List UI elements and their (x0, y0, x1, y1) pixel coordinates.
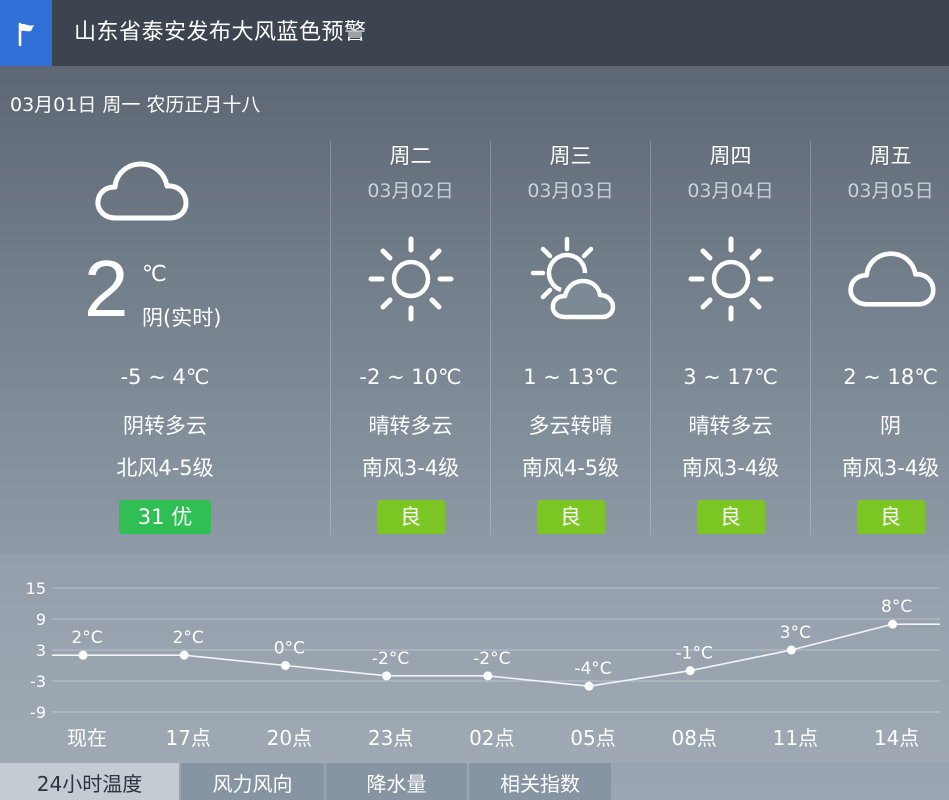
forecast-date: 03月03日 (527, 180, 614, 202)
forecast-weather: 晴转多云 (368, 414, 453, 438)
sun-icon (687, 235, 775, 327)
tab-wind[interactable]: 风力风向 (181, 763, 326, 800)
alert-title[interactable]: 山东省泰安发布大风蓝色预警 (74, 0, 367, 66)
forecast-weather: 晴转多云 (688, 414, 773, 438)
tab-indices[interactable]: 相关指数 (469, 763, 613, 800)
x-tick-label: 17点 (165, 726, 210, 750)
y-tick-label: -3 (30, 672, 46, 691)
x-tick-label: 08点 (671, 726, 716, 750)
data-point[interactable] (483, 671, 493, 681)
data-point[interactable] (584, 681, 594, 691)
data-point[interactable] (280, 661, 290, 670)
data-label: 3°C (780, 623, 811, 643)
aqi-badge[interactable]: 良 (376, 500, 445, 534)
data-label: -1°C (676, 644, 713, 664)
forecast-wind: 南风4-5级 (521, 456, 620, 480)
today-wind: 北风4-5级 (116, 456, 214, 480)
forecast-date: 03月02日 (367, 180, 454, 202)
data-label: 2°C (173, 628, 204, 648)
data-label: 0°C (274, 639, 305, 659)
aqi-badge[interactable]: 良 (696, 500, 765, 534)
forecast-wind: 南风3-4级 (841, 456, 940, 480)
forecast-weather: 阴 (880, 414, 901, 438)
forecast-temp-range: -2 ~ 10℃ (359, 365, 462, 389)
forecast-weather: 多云转晴 (528, 414, 613, 438)
partly-cloudy-icon (527, 235, 619, 329)
forecast-wind: 南风3-4级 (681, 456, 780, 480)
aqi-badge[interactable]: 良 (856, 500, 925, 534)
forecast-temp-range: 2 ~ 18℃ (843, 365, 938, 389)
forecast-day[interactable]: 周三 03月03日 1 ~ 13℃ 多云转晴 南风4-5级 良 (490, 140, 650, 535)
today-temp-range: -5 ~ 4℃ (120, 365, 210, 389)
data-point[interactable] (78, 650, 88, 660)
x-tick-label: 23点 (368, 726, 413, 750)
forecast-weekday: 周四 (709, 144, 752, 168)
data-label: -2°C (473, 649, 510, 669)
tab-precipitation[interactable]: 降水量 (326, 763, 469, 800)
y-tick-label: 15 (26, 579, 46, 598)
data-point[interactable] (179, 650, 189, 660)
forecast-day[interactable]: 周四 03月04日 3 ~ 17℃ 晴转多云 南风3-4级 良 (650, 140, 810, 535)
forecast-weekday: 周五 (869, 144, 912, 168)
date-line: 03月01日 周一 农历正月十八 (10, 94, 261, 116)
aqi-badge[interactable]: 良 (536, 500, 605, 534)
cloud-icon (94, 158, 190, 228)
forecast-temp-range: 3 ~ 17℃ (683, 365, 778, 389)
cloud-icon (847, 248, 937, 314)
today-weather: 阴转多云 (123, 414, 207, 438)
temp-unit: ℃ (142, 262, 167, 287)
x-tick-label: 20点 (267, 726, 312, 750)
y-tick-label: -9 (30, 703, 46, 722)
forecast-date: 03月04日 (687, 180, 774, 202)
forecast-temp-range: 1 ~ 13℃ (523, 365, 618, 389)
data-label: -4°C (574, 659, 611, 679)
tab-24h-temperature[interactable]: 24小时温度 (0, 763, 181, 800)
data-point[interactable] (685, 666, 695, 676)
x-tick-label: 现在 (67, 726, 107, 750)
chart-tabs: 24小时温度 风力风向 降水量 相关指数 (0, 763, 949, 800)
forecast-day[interactable]: 周五 03月05日 2 ~ 18℃ 阴 南风3-4级 良 (810, 140, 949, 535)
forecast-day[interactable]: 周二 03月02日 -2 ~ 10℃ 晴转多云 南风3-4级 良 (330, 140, 490, 535)
y-tick-label: 3 (36, 641, 46, 660)
x-tick-label: 02点 (469, 726, 514, 750)
forecast-weekday: 周二 (389, 144, 432, 168)
forecast-wind: 南风3-4级 (361, 456, 460, 480)
today-panel: 2 ℃ 阴(实时) -5 ~ 4℃ 阴转多云 北风4-5级 31 优 (0, 140, 330, 540)
current-temp: 2 (84, 244, 129, 333)
x-tick-label: 11点 (773, 726, 818, 750)
data-label: 2°C (71, 628, 102, 648)
forecast-date: 03月05日 (847, 180, 934, 202)
aqi-badge[interactable]: 31 优 (119, 500, 211, 534)
data-point[interactable] (382, 671, 392, 681)
sun-icon (367, 235, 455, 327)
data-point[interactable] (888, 619, 898, 629)
forecast-weekday: 周三 (549, 144, 592, 168)
current-condition: 阴(实时) (142, 306, 222, 330)
x-tick-label: 14点 (874, 726, 919, 750)
flag-icon (0, 0, 52, 66)
y-tick-label: 9 (36, 610, 46, 629)
data-point[interactable] (786, 645, 796, 655)
data-label: -2°C (372, 649, 409, 669)
temperature-chart: 15 9 3 -3 -9 2°C 2°C 0°C -2°C -2°C -4°C -1°C 3°C 8°C… (26, 579, 940, 750)
alert-bar[interactable]: 山东省泰安发布大风蓝色预警 (0, 0, 949, 66)
data-label: 8°C (881, 597, 912, 617)
x-tick-label: 05点 (570, 726, 615, 750)
